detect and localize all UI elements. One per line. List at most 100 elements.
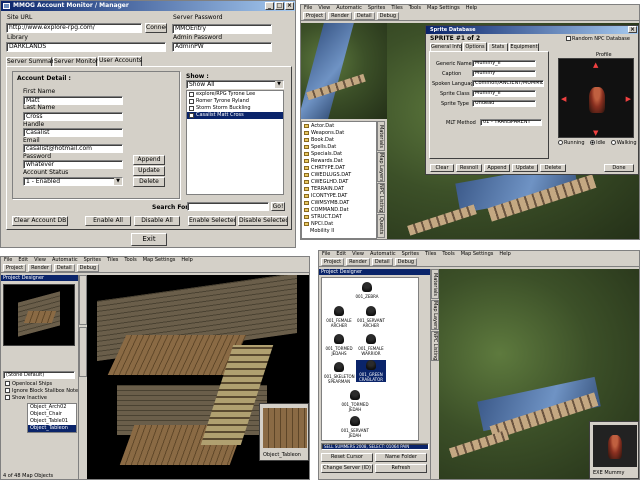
resnoll-button[interactable]: Resnoll [456,164,482,172]
generic-name-input[interactable]: Mummy_II [472,60,536,67]
radio-icon[interactable] [610,140,616,145]
caption-input[interactable]: Mummy [472,70,536,77]
radio-icon[interactable] [558,140,563,145]
menu-tiles[interactable]: Tiles [391,5,402,11]
radio-idle[interactable]: Idle [590,140,605,146]
checkbox[interactable] [189,92,194,97]
toolbar-project[interactable]: Project [3,264,27,272]
tree-item[interactable]: Spells.Dat [302,144,376,151]
menu-view[interactable]: View [352,251,364,257]
check-show-inactive[interactable]: Show Inactive [5,395,78,402]
account-status-select[interactable]: 1 - Enabled ▼ [23,177,123,186]
spoken-language-select[interactable]: Common/ANCIENT/MUMMIES [472,80,544,87]
menu-automatic[interactable]: Automatic [52,257,78,263]
menu-map-settings[interactable]: Map Settings [427,5,460,11]
email-input[interactable]: casalist@hotmail.com [23,144,123,153]
close-icon[interactable]: × [628,26,637,33]
toolbar-project[interactable]: Project [303,12,327,20]
menu-map-settings[interactable]: Map Settings [143,257,176,263]
list-item[interactable]: explore/RPG Tyrone Lee [187,91,283,98]
dungeon-viewport[interactable]: Object_Tableon [87,275,309,479]
sprite-cell[interactable]: 001_SERVANT ARCHER [356,306,386,328]
menu-edit[interactable]: Edit [336,251,346,257]
reset-cursor-button[interactable]: Reset Cursor [321,453,373,462]
vtab-npc-listing[interactable]: NPC Listing [377,183,385,213]
list-item[interactable]: Object_Table01 [28,418,76,425]
refresh-button[interactable]: Refresh [375,464,427,473]
toolbar-detail[interactable]: Detail [371,258,393,266]
vtab-materials[interactable]: Materials [377,121,385,151]
menu-tools[interactable]: Tools [409,5,421,11]
arrow-down-icon[interactable]: ▼ [593,129,598,137]
sprite-cell[interactable]: 001_FEMALE ARCHER [324,306,354,328]
vtab-map-layers[interactable]: Map Layers [377,152,385,182]
tree-item[interactable]: Book.Dat [302,137,376,144]
menu-map-settings[interactable]: Map Settings [461,251,494,257]
show-select[interactable]: Show All ▼ [186,80,284,89]
check-openlocal[interactable]: Openlocal Ships [5,381,78,388]
menu-automatic[interactable]: Automatic [336,5,362,11]
tab-server-monitor[interactable]: Server Monitor [53,57,98,66]
toolbar-debug[interactable]: Debug [394,258,418,266]
file-tree[interactable]: Actor.Dat Weapons.Dat Book.Dat Spells.Da… [301,121,377,239]
clear-button[interactable]: Clear [430,164,454,172]
list-item[interactable]: Object_Arch02 [28,404,76,411]
tab-options[interactable]: Options [463,42,487,51]
maximize-icon[interactable]: □ [275,2,284,10]
sprite-cell[interactable]: 001_FEMALE WARRIOR [356,334,386,356]
tree-item[interactable]: TERRAIN.DAT [302,186,376,193]
menu-tools[interactable]: Tools [124,257,136,263]
sprite-cell[interactable]: 001_ZEBRA [352,282,382,299]
sprite-class-select[interactable]: Mummy_II [472,90,536,97]
close-icon[interactable]: × [285,2,294,10]
tree-item[interactable]: Rewards.Dat [302,158,376,165]
list-item[interactable]: Casalist Matt Cross [187,112,283,119]
toolbar-render[interactable]: Render [346,258,370,266]
delete-button[interactable]: Delete [540,164,566,172]
checkbox[interactable] [5,388,10,393]
disable-all-button[interactable]: Disable All [134,216,180,226]
menu-sprites[interactable]: Sprites [402,251,419,257]
append-button[interactable]: Append [133,155,165,165]
tree-item[interactable]: Actor.Dat [302,123,376,130]
check-ignore-block[interactable]: Ignore Block Stallbox Note [5,388,78,395]
radio-walking[interactable]: Walking [610,140,637,146]
menu-help[interactable]: Help [181,257,192,263]
disable-selected-button[interactable]: Disable Selected [238,216,288,226]
menu-view[interactable]: View [34,257,46,263]
menu-file[interactable]: File [4,257,12,263]
tree-item[interactable]: Specials.Dat [302,151,376,158]
vtab-map-layers[interactable]: Map Layers [431,300,439,330]
list-item[interactable]: Object_Tableon [28,425,76,432]
menu-help[interactable]: Help [499,251,510,257]
menu-sprites[interactable]: Sprites [84,257,101,263]
dialog-titlebar[interactable]: Sprite Database × [426,26,638,34]
password-input[interactable]: whatever [23,160,123,169]
sprite-cell[interactable]: 001_SKELETON SPEARMAN [324,362,355,384]
toolbar-project[interactable]: Project [321,258,345,266]
vtab-npc-listing[interactable]: NPC Listing [431,331,439,361]
search-input[interactable] [187,202,269,211]
arrow-left-icon[interactable]: ◀ [561,95,566,103]
last-name-input[interactable]: Cross [23,112,123,121]
vtab-quests[interactable]: Quests [377,214,385,238]
update-button[interactable]: Update [133,166,165,176]
server-password-input[interactable]: MMOEntry [172,24,272,34]
menu-automatic[interactable]: Automatic [370,251,396,257]
toolbar-render[interactable]: Render [328,12,352,20]
checkbox[interactable] [189,99,194,104]
mlt-method-select[interactable]: 01 - TRANSPARENT [480,119,542,126]
exit-button[interactable]: Exit [131,233,167,246]
toolbar-debug[interactable]: Debug [76,264,100,272]
admin-password-input[interactable]: AdminPW [172,42,272,52]
change-server-button[interactable]: Change Server (ID) [321,464,373,473]
menu-tools[interactable]: Tools [442,251,454,257]
library-input[interactable]: DARKLANDS [6,42,166,52]
tab-general-info[interactable]: General Info [430,43,462,51]
tree-item[interactable]: CWMSYMB.DAT [302,200,376,207]
enable-selected-button[interactable]: Enable Selected [188,216,236,226]
arrow-up-icon[interactable]: ▲ [593,61,598,69]
tree-item[interactable]: ICONTYPE.DAT [302,193,376,200]
menu-tiles[interactable]: Tiles [107,257,118,263]
append-button[interactable]: Append [484,164,510,172]
